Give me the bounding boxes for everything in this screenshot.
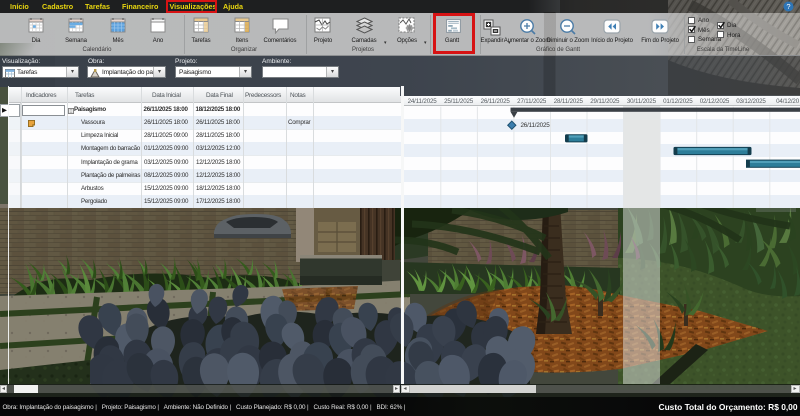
svg-text:?: ?	[786, 2, 790, 11]
